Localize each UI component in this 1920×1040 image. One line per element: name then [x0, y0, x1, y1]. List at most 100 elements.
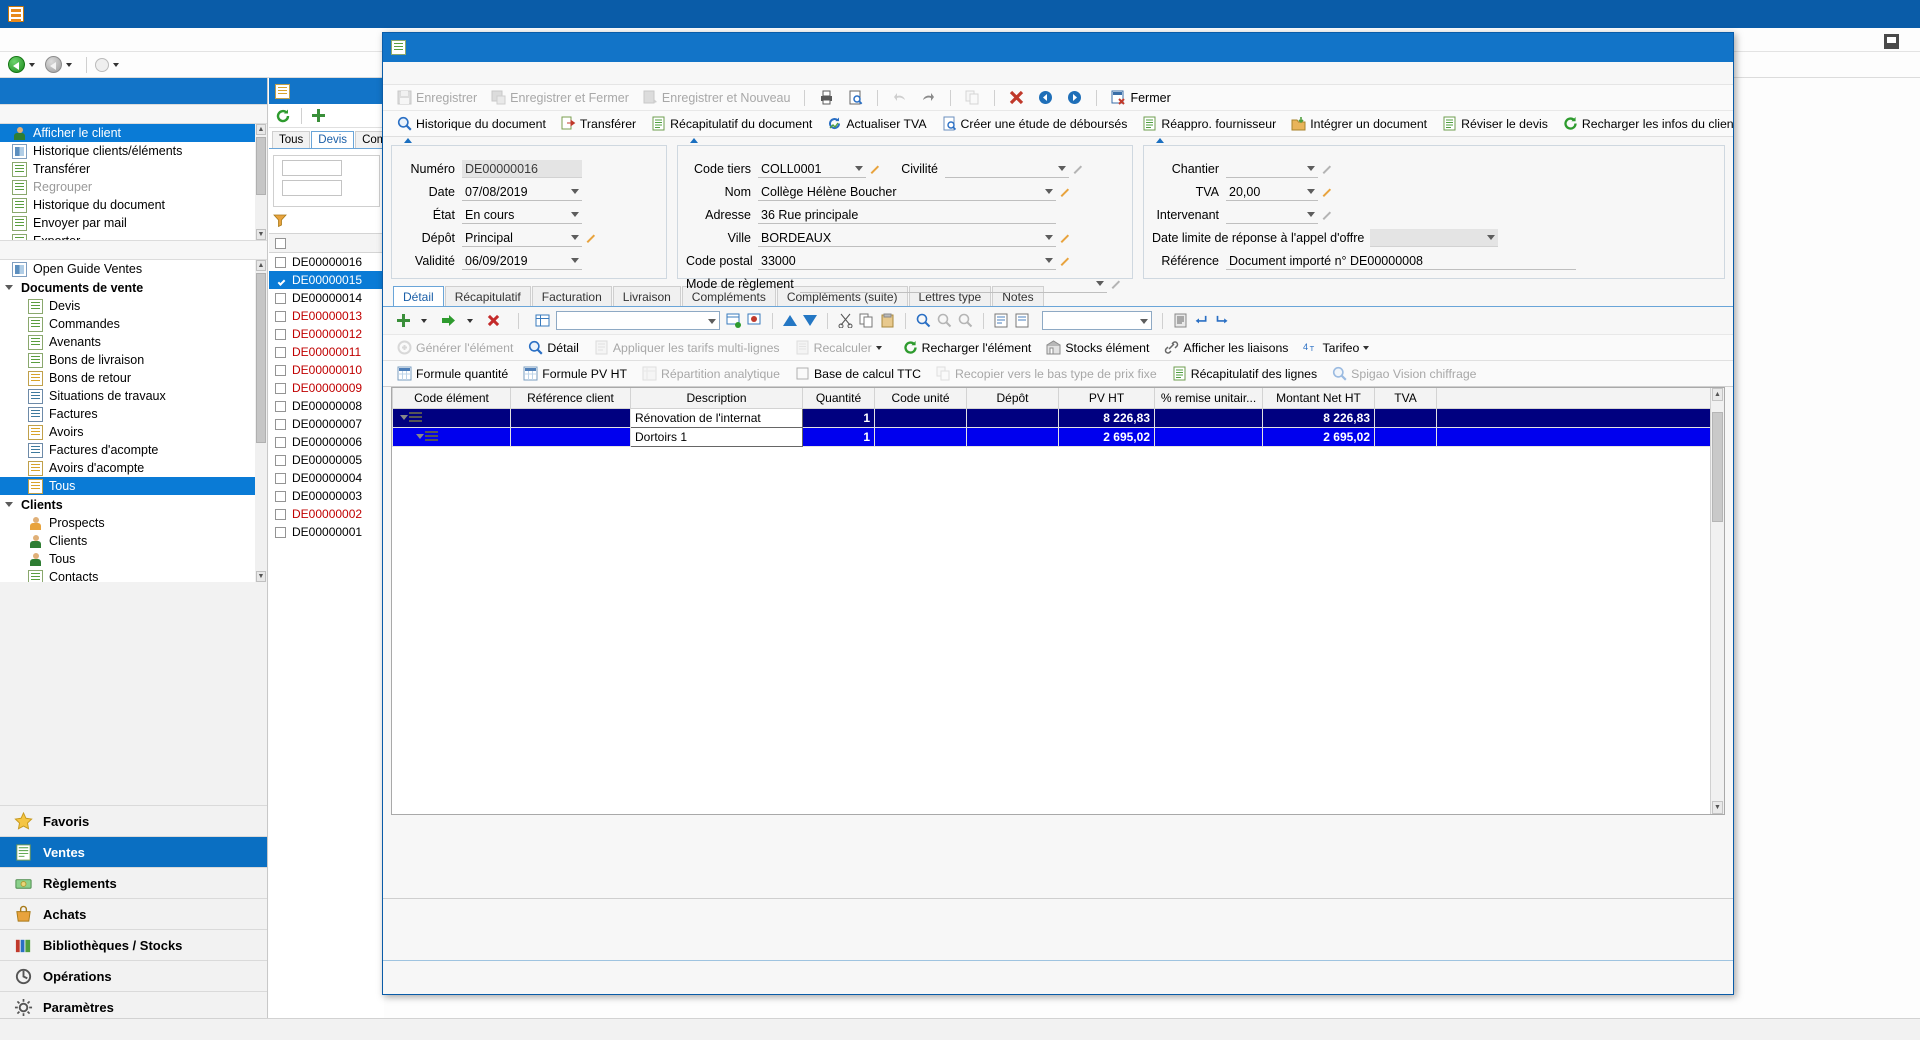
- dialog-menu-help[interactable]: [497, 71, 517, 75]
- menu-bibliotheques[interactable]: [138, 37, 160, 43]
- add-line-caret-icon[interactable]: [421, 318, 427, 323]
- sidebar-item-commandes[interactable]: Commandes: [0, 315, 267, 333]
- table-row[interactable]: Rénovation de l'internat 1 8 226,83 8 226,8…: [392, 407, 1724, 428]
- sidebar-item-prospects[interactable]: Prospects: [0, 514, 267, 532]
- next-record-icon[interactable]: [1063, 89, 1086, 106]
- move-up-icon[interactable]: [783, 315, 797, 326]
- tranche-select[interactable]: [1042, 311, 1152, 330]
- insert-line-button[interactable]: [437, 312, 477, 329]
- select-all-checkbox[interactable]: [275, 237, 286, 249]
- preview-icon[interactable]: [844, 89, 867, 106]
- sidebar-task-5[interactable]: Historique du document: [0, 196, 267, 214]
- apply-filters-button[interactable]: [269, 207, 384, 233]
- menu-fichier[interactable]: [6, 37, 28, 43]
- forward-navigation-icon[interactable]: [45, 56, 62, 73]
- sidebar-task-1[interactable]: Afficher le client: [0, 124, 267, 142]
- prev-record-icon[interactable]: [1034, 89, 1057, 106]
- r-partition-analytique-button[interactable]: Répartition analytique: [638, 365, 784, 382]
- marketplace-link[interactable]: [1884, 34, 1906, 49]
- row-checkbox[interactable]: [275, 454, 286, 466]
- appliquer-les-tarifs-multi-lignes-button[interactable]: Appliquer les tarifs multi-lignes: [590, 339, 784, 356]
- row-checkbox[interactable]: [275, 274, 286, 286]
- nav-scroll-down-icon[interactable]: ▼: [256, 571, 266, 582]
- grid-scroll-up-icon[interactable]: ▲: [1712, 388, 1723, 401]
- expand-all-icon[interactable]: [994, 313, 1009, 328]
- zoom-out-icon[interactable]: [937, 313, 952, 328]
- field-edit-pencil-icon[interactable]: [1323, 209, 1335, 221]
- enregistrer-button[interactable]: Enregistrer: [393, 89, 481, 106]
- grid-vertical-scrollbar[interactable]: ▲ ▼: [1710, 388, 1724, 814]
- sidebar-module-r-glements[interactable]: Règlements: [0, 867, 267, 898]
- document-row[interactable]: DE00000009: [269, 379, 384, 397]
- field-value[interactable]: DE00000016: [462, 160, 582, 178]
- dialog-menu-edition[interactable]: [417, 71, 437, 75]
- dialog-menu-fenetres[interactable]: [477, 71, 497, 75]
- row-checkbox[interactable]: [275, 364, 286, 376]
- insert-line-caret-icon[interactable]: [467, 318, 473, 323]
- stocks-l-ment-button[interactable]: Stocks élément: [1042, 339, 1153, 356]
- tab-d-tail[interactable]: Détail: [393, 286, 444, 306]
- scroll-down-icon[interactable]: ▼: [256, 229, 266, 240]
- user-view-icon[interactable]: [747, 313, 762, 328]
- field-value[interactable]: [945, 160, 1069, 178]
- tab-facturation[interactable]: Facturation: [531, 286, 612, 306]
- field-dropdown-icon[interactable]: [855, 166, 863, 171]
- wrap-left-icon[interactable]: [1194, 313, 1209, 328]
- field-dropdown-icon[interactable]: [1058, 166, 1066, 171]
- tab-livraison[interactable]: Livraison: [612, 286, 681, 306]
- recopier-vers-le-bas-type-de-prix-fixe-button[interactable]: Recopier vers le bas type de prix fixe: [932, 365, 1161, 382]
- zoom-reset-icon[interactable]: [958, 313, 973, 328]
- home-icon[interactable]: [95, 57, 109, 72]
- document-row[interactable]: DE00000010: [269, 361, 384, 379]
- r-capitulatif-du-document-button[interactable]: Récapitulatif du document: [647, 115, 816, 132]
- sidebar-item-factures[interactable]: Factures: [0, 405, 267, 423]
- field-value[interactable]: [799, 275, 1107, 293]
- collapse-all-icon[interactable]: [1015, 313, 1030, 328]
- nav-scrollbar[interactable]: ▲ ▼: [255, 260, 267, 582]
- historique-du-document-button[interactable]: Historique du document: [393, 115, 550, 132]
- field-edit-pencil-icon[interactable]: [1074, 163, 1086, 175]
- base-de-calcul-ttc-button[interactable]: Base de calcul TTC: [791, 365, 925, 382]
- sidebar-module-ventes[interactable]: Ventes: [0, 836, 267, 867]
- sidebar-group-2[interactable]: Clients: [0, 495, 267, 514]
- dialog-menu-actions[interactable]: [457, 71, 477, 75]
- grid-scrollbar-thumb[interactable]: [1712, 412, 1723, 522]
- field-dropdown-icon[interactable]: [571, 258, 579, 263]
- back-arrow-icon[interactable]: [888, 89, 911, 106]
- sidebar-item-bons-de-livraison[interactable]: Bons de livraison: [0, 351, 267, 369]
- delete-red-x-icon[interactable]: [1005, 89, 1028, 106]
- spigao-vision-chiffrage-button[interactable]: Spigao Vision chiffrage: [1328, 365, 1480, 382]
- back-navigation-icon[interactable]: [8, 56, 25, 73]
- fermer-button[interactable]: Fermer: [1107, 89, 1174, 106]
- tasks-scrollbar[interactable]: ▲ ▼: [255, 124, 267, 240]
- row-checkbox[interactable]: [275, 490, 286, 502]
- r-viser-le-devis-button[interactable]: Réviser le devis: [1438, 115, 1552, 132]
- document-row[interactable]: DE00000011: [269, 343, 384, 361]
- row-checkbox[interactable]: [275, 400, 286, 412]
- field-value[interactable]: 06/09/2019: [462, 252, 582, 270]
- field-dropdown-icon[interactable]: [1307, 189, 1315, 194]
- g-n-rer-l-l-ment-button[interactable]: Générer l'élément: [393, 339, 517, 356]
- row-checkbox[interactable]: [275, 436, 286, 448]
- dialog-menu-fichier[interactable]: [397, 71, 417, 75]
- list-tab-devis[interactable]: Devis: [311, 131, 355, 148]
- refresh-icon[interactable]: [275, 108, 291, 124]
- list-tab-tous[interactable]: Tous: [272, 131, 311, 148]
- delete-line-button[interactable]: [483, 313, 508, 328]
- field-value[interactable]: [1370, 229, 1499, 247]
- field-edit-pencil-icon[interactable]: [1112, 278, 1124, 290]
- document-row[interactable]: DE00000005: [269, 451, 384, 469]
- back-dropdown-icon[interactable]: [29, 62, 35, 67]
- sidebar-item-contacts[interactable]: Contacts: [0, 568, 267, 582]
- period-from-input[interactable]: [282, 160, 342, 176]
- recalculer-button[interactable]: Recalculer: [791, 339, 892, 356]
- row-checkbox[interactable]: [275, 526, 286, 538]
- period-to-input[interactable]: [282, 180, 342, 196]
- add-document-plus-icon[interactable]: [312, 109, 325, 122]
- document-row[interactable]: DE00000014: [269, 289, 384, 307]
- field-value[interactable]: BORDEAUX: [758, 229, 1056, 247]
- sidebar-module-op-rations[interactable]: Opérations: [0, 960, 267, 991]
- row-checkbox[interactable]: [275, 256, 286, 268]
- copy-icon[interactable]: [961, 89, 984, 106]
- menu-edition[interactable]: [28, 37, 50, 43]
